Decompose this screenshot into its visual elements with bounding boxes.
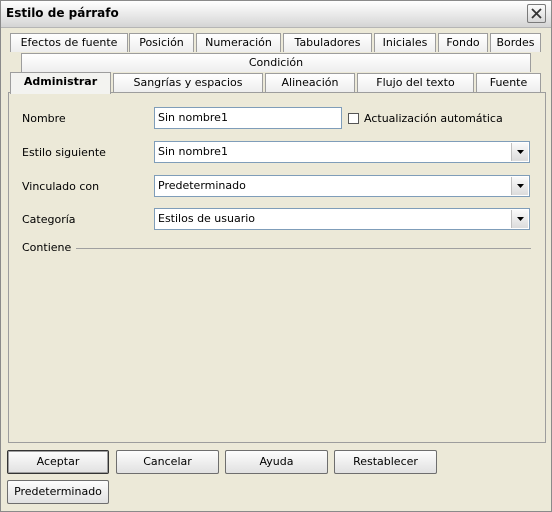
tab-tabuladores[interactable]: Tabuladores [283, 33, 372, 52]
linked-value: Predeterminado [158, 179, 246, 192]
contains-separator [76, 248, 531, 249]
title-bar: Estilo de párrafo [1, 1, 551, 28]
window-title: Estilo de párrafo [6, 6, 119, 20]
next-style-select[interactable]: Sin nombre1 [154, 141, 530, 163]
tab-sangrias-y-espacios[interactable]: Sangrías y espacios [113, 73, 263, 92]
tab-panel-administrar: Nombre Sin nombre1 Actualización automát… [8, 92, 546, 443]
linked-select[interactable]: Predeterminado [154, 175, 530, 197]
category-dropdown-button[interactable] [511, 210, 528, 228]
next-style-dropdown-button[interactable] [511, 143, 528, 161]
linked-label: Vinculado con [22, 180, 100, 193]
next-style-label: Estilo siguiente [22, 146, 106, 159]
chevron-down-icon [516, 184, 524, 188]
tab-efectos-de-fuente[interactable]: Efectos de fuente [10, 33, 128, 52]
name-label: Nombre [22, 112, 66, 125]
tab-iniciales[interactable]: Iniciales [374, 33, 436, 52]
tab-bordes[interactable]: Bordes [490, 33, 541, 52]
name-input[interactable]: Sin nombre1 [154, 107, 342, 129]
tab-fondo[interactable]: Fondo [438, 33, 488, 52]
help-button[interactable]: Ayuda [225, 450, 328, 474]
autoupdate-label: Actualización automática [364, 112, 503, 125]
contains-label: Contiene [22, 241, 72, 254]
reset-button[interactable]: Restablecer [334, 450, 437, 474]
tab-posicion[interactable]: Posición [129, 33, 194, 52]
chevron-down-icon [516, 217, 524, 221]
tab-flujo-del-texto[interactable]: Flujo del texto [357, 73, 474, 92]
category-select[interactable]: Estilos de usuario [154, 208, 530, 230]
tab-condicion[interactable]: Condición [21, 53, 531, 72]
category-label: Categoría [22, 213, 76, 226]
ok-button[interactable]: Aceptar [7, 450, 109, 474]
default-button[interactable]: Predeterminado [7, 480, 109, 504]
next-style-value: Sin nombre1 [158, 145, 228, 158]
cancel-button[interactable]: Cancelar [116, 450, 219, 474]
paragraph-style-dialog: Estilo de párrafo Efectos de fuente Posi… [0, 0, 552, 512]
autoupdate-checkbox[interactable] [348, 113, 359, 124]
close-button[interactable] [527, 4, 546, 23]
close-icon [531, 8, 542, 19]
chevron-down-icon [516, 150, 524, 154]
tab-numeracion[interactable]: Numeración [196, 33, 281, 52]
tab-alineacion[interactable]: Alineación [265, 73, 355, 92]
tab-fuente[interactable]: Fuente [476, 73, 541, 92]
category-value: Estilos de usuario [158, 212, 256, 225]
tab-administrar[interactable]: Administrar [10, 72, 111, 94]
linked-dropdown-button[interactable] [511, 177, 528, 195]
